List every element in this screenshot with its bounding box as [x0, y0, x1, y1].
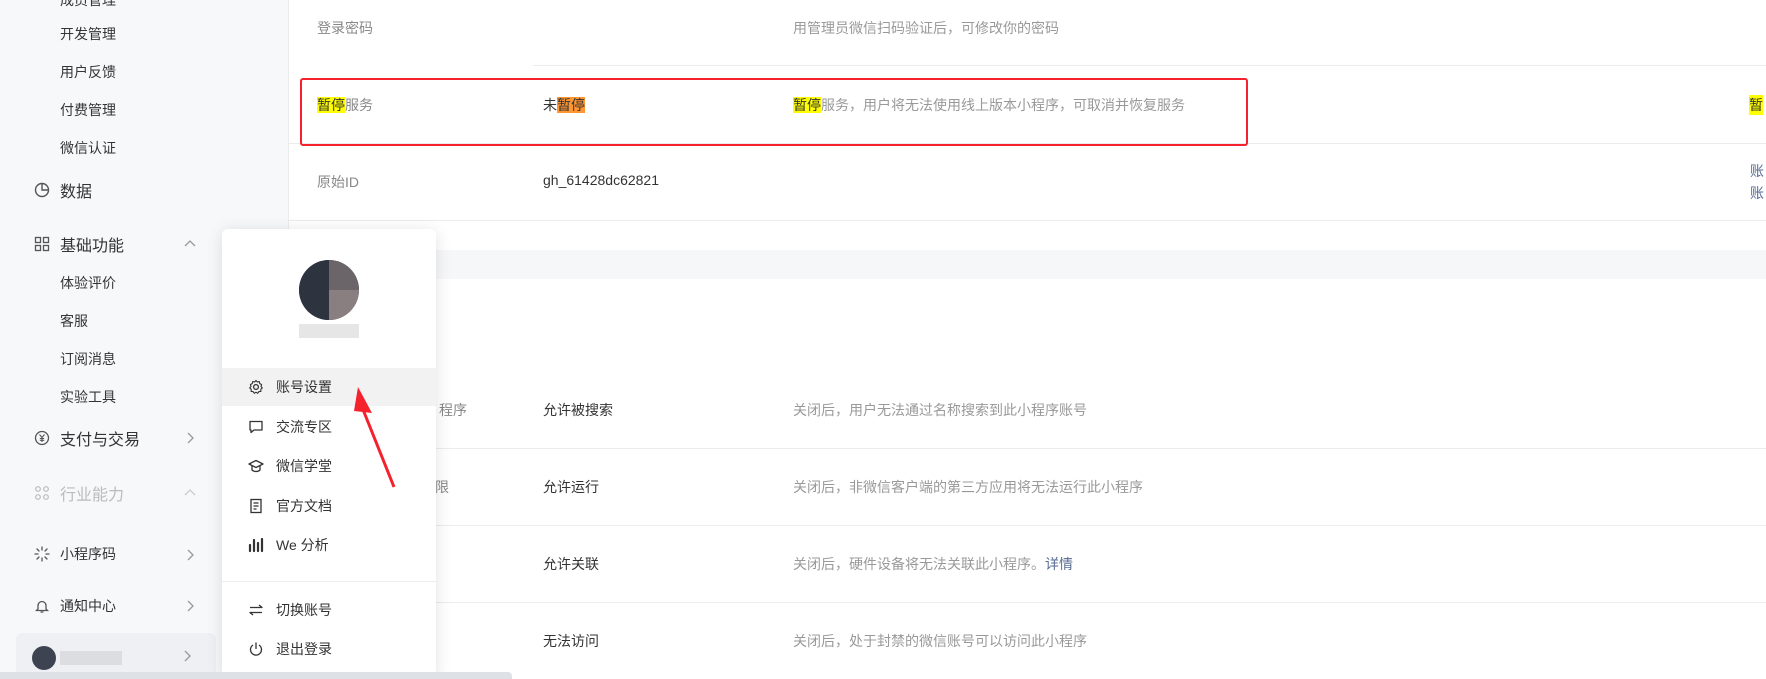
sidebar-item-wechat-verify[interactable]: 微信认证 — [60, 138, 116, 158]
sidebar-item-lab-tools[interactable]: 实验工具 — [60, 387, 116, 407]
row-password: 登录密码 用管理员微信扫码验证后，可修改你的密码 — [317, 0, 1766, 66]
chevron-up-icon[interactable] — [183, 485, 197, 499]
menu-divider — [222, 581, 436, 582]
nodes-icon — [32, 483, 52, 503]
bar-chart-icon — [246, 535, 266, 555]
sidebar-item-customer-service[interactable]: 客服 — [60, 311, 88, 331]
row-link-desc: 关闭后，硬件设备将无法关联此小程序。详情 — [793, 556, 1073, 572]
sparkle-icon — [32, 544, 52, 564]
menu-account-settings-label: 账号设置 — [276, 379, 332, 395]
details-link[interactable]: 详情 — [1045, 556, 1073, 572]
row-search-desc: 关闭后，用户无法通过名称搜索到此小程序账号 — [793, 402, 1087, 418]
grid-icon — [32, 234, 52, 254]
annotation-arrow — [354, 387, 396, 488]
username-blurred — [299, 324, 359, 338]
row-original-id-link-2[interactable]: 账 — [1750, 183, 1764, 203]
menu-wechat-academy[interactable]: 微信学堂 — [222, 447, 436, 485]
chat-icon — [246, 417, 266, 437]
row-original-id-link-1[interactable]: 账 — [1750, 161, 1764, 181]
bell-icon — [32, 596, 52, 616]
row-original-id: 原始ID gh_61428dc62821 账 账 — [289, 143, 1766, 221]
row-original-id-label: 原始ID — [317, 174, 359, 190]
sidebar-section-data-label: 数据 — [60, 184, 93, 201]
sidebar-section-pay[interactable]: 支付与交易 — [32, 426, 140, 450]
sidebar-item-subscribe-msg[interactable]: 订阅消息 — [60, 349, 116, 369]
row-visit-desc: 关闭后，处于封禁的微信账号可以访问此小程序 — [793, 633, 1087, 649]
sidebar-section-industry[interactable]: 行业能力 — [32, 481, 124, 505]
pie-chart-icon — [32, 180, 52, 200]
menu-official-docs-label: 官方文档 — [276, 498, 332, 514]
row-run-desc: 关闭后，非微信客户端的第三方应用将无法运行此小程序 — [793, 479, 1143, 495]
row-search: 程序 允许被搜索 关闭后，用户无法通过名称搜索到此小程序账号 — [289, 371, 1766, 449]
sidebar-section-notify-label: 通知中心 — [60, 598, 116, 614]
document-icon — [246, 496, 266, 516]
sidebar-section-industry-label: 行业能力 — [60, 487, 125, 504]
sidebar-section-basic-label: 基础功能 — [60, 238, 125, 255]
menu-logout-label: 退出登录 — [276, 641, 332, 657]
row-pause-action-partial[interactable]: 暂 — [1749, 95, 1763, 115]
menu-wechat-academy-label: 微信学堂 — [276, 458, 332, 474]
row-link-value: 允许关联 — [543, 556, 599, 572]
sidebar-section-data[interactable]: 数据 — [32, 178, 92, 202]
sidebar-section-qrcode[interactable]: 小程序码 — [32, 544, 116, 564]
row-password-desc: 用管理员微信扫码验证后，可修改你的密码 — [793, 20, 1059, 36]
row-run: 限 允许运行 关闭后，非微信客户端的第三方应用将无法运行此小程序 — [289, 448, 1766, 526]
menu-switch-account[interactable]: 切换账号 — [222, 591, 436, 629]
row-visit-value: 无法访问 — [543, 633, 599, 649]
menu-account-settings[interactable]: 账号设置 — [222, 368, 436, 406]
account-name-blurred — [60, 651, 122, 665]
chevron-right-icon[interactable] — [183, 599, 197, 613]
menu-logout[interactable]: 退出登录 — [222, 630, 436, 668]
sidebar-item-dev-manage[interactable]: 开发管理 — [60, 24, 116, 44]
sidebar-item-payment-manage[interactable]: 付费管理 — [60, 100, 116, 120]
graduation-cap-icon — [246, 456, 266, 476]
chevron-right-icon — [183, 649, 191, 667]
row-run-label-partial: 限 — [435, 479, 449, 495]
row-link: 允许关联 关闭后，硬件设备将无法关联此小程序。详情 — [289, 525, 1766, 603]
menu-community[interactable]: 交流专区 — [222, 408, 436, 446]
menu-switch-account-label: 切换账号 — [276, 602, 332, 618]
sidebar-section-qrcode-label: 小程序码 — [60, 546, 116, 562]
row-password-label: 登录密码 — [317, 20, 373, 36]
yuan-icon — [32, 428, 52, 448]
row-search-value: 允许被搜索 — [543, 402, 613, 418]
chevron-up-icon[interactable] — [183, 236, 197, 250]
menu-we-analytics-label: We 分析 — [276, 537, 329, 553]
avatar — [32, 646, 56, 670]
menu-official-docs[interactable]: 官方文档 — [222, 487, 436, 525]
row-run-value: 允许运行 — [543, 479, 599, 495]
gear-icon — [246, 377, 266, 397]
sidebar-section-basic[interactable]: 基础功能 — [32, 232, 124, 256]
sidebar-section-notify[interactable]: 通知中心 — [32, 596, 116, 616]
section-divider — [289, 250, 1766, 279]
row-original-id-value: gh_61428dc62821 — [543, 172, 660, 188]
sidebar-item-experience-review[interactable]: 体验评价 — [60, 273, 116, 293]
avatar — [299, 260, 359, 320]
switch-icon — [246, 600, 266, 620]
sidebar-item-feedback[interactable]: 用户反馈 — [60, 62, 116, 82]
menu-community-label: 交流专区 — [276, 419, 332, 435]
menu-we-analytics[interactable]: We 分析 — [222, 526, 436, 564]
account-popup-menu: 账号设置 交流专区 微信学堂 官方文档 We 分析 切换账号 退出登录 — [222, 229, 436, 679]
browser-status-bar — [0, 672, 512, 679]
sidebar-section-pay-label: 支付与交易 — [60, 432, 141, 449]
sidebar-item-members[interactable]: 成员管理 — [60, 0, 116, 10]
row-search-label-partial: 程序 — [439, 402, 467, 418]
row-visit: 无法访问 关闭后，处于封禁的微信账号可以访问此小程序 — [289, 602, 1766, 679]
power-icon — [246, 639, 266, 659]
chevron-right-icon[interactable] — [183, 548, 197, 562]
highlight-box — [300, 78, 1248, 146]
chevron-right-icon[interactable] — [183, 431, 197, 445]
